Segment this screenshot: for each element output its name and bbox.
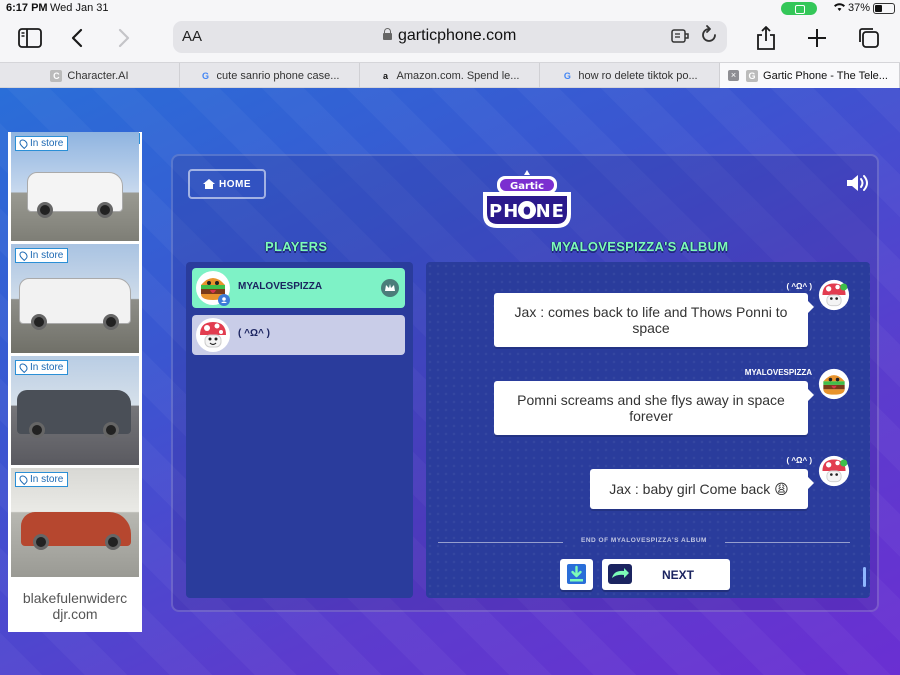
url-text[interactable]: garticphone.com [398, 27, 516, 45]
reload-icon[interactable] [700, 24, 718, 50]
player-row-host[interactable]: MYALOVESPIZZA [192, 268, 405, 308]
next-button[interactable]: NEXT [602, 559, 730, 590]
player-name: MYALOVESPIZZA [238, 281, 323, 292]
sidebar-toggle-icon[interactable] [18, 24, 42, 52]
amazon-icon: a [383, 70, 389, 81]
tab-gartic-phone[interactable]: × G Gartic Phone - The Tele... [720, 63, 900, 88]
players-heading: PLAYERS [265, 239, 328, 254]
home-icon [203, 179, 215, 189]
new-tab-icon[interactable] [806, 24, 828, 52]
end-of-album-label: END OF MYALOVESPIZZA'S ALBUM [581, 537, 707, 544]
tab-title: Amazon.com. Spend le... [396, 69, 520, 82]
tab-close-icon[interactable]: × [728, 70, 739, 81]
text-size-button[interactable]: AA [182, 28, 202, 45]
burger-avatar-icon [196, 271, 230, 306]
status-time: 6:17 PM [6, 2, 48, 14]
logo-bottom-text: PHONE [489, 201, 565, 222]
ad-image-truck[interactable]: In store [11, 132, 139, 241]
address-bar[interactable]: AA garticphone.com [173, 21, 727, 53]
tab-title: Gartic Phone - The Tele... [763, 69, 888, 82]
share-icon[interactable] [755, 24, 777, 52]
mushroom-avatar-icon [818, 455, 850, 487]
battery-icon [873, 3, 895, 14]
tab-favicon-icon: G [746, 69, 759, 82]
mushroom-avatar-icon [818, 279, 850, 311]
end-of-album-divider: END OF MYALOVESPIZZA'S ALBUM [438, 537, 850, 547]
extension-icon[interactable] [670, 27, 690, 50]
tab-title: cute sanrio phone case... [216, 69, 340, 82]
album-scrollbar[interactable] [863, 567, 866, 587]
status-date: Wed Jan 31 [50, 2, 109, 14]
tab-amazon[interactable]: a Amazon.com. Spend le... [360, 63, 540, 88]
location-pin-icon [17, 361, 30, 374]
home-button[interactable]: HOME [188, 169, 266, 199]
download-button[interactable] [560, 559, 593, 590]
tab-overview-icon[interactable] [857, 24, 881, 52]
gartic-phone-logo: Gartic PHONE [483, 170, 571, 228]
player-name: ( ^Ω^ ) [238, 328, 270, 339]
forward-icon[interactable] [117, 24, 131, 52]
message-bubble: Jax : comes back to life and Thows Ponni… [494, 293, 814, 347]
ad-image-red-car[interactable]: In store [11, 468, 139, 577]
tab-sanrio-search[interactable]: G cute sanrio phone case... [180, 63, 360, 88]
ad-image-suv-gray[interactable]: In store [11, 356, 139, 465]
wifi-icon [833, 1, 846, 15]
browser-toolbar: AA garticphone.com [0, 18, 900, 62]
tab-character-ai[interactable]: C Character.AI [0, 63, 180, 88]
google-icon: G [563, 70, 571, 81]
album-feed[interactable]: ( ^Ω^ ) Jax : comes back to life and Tho… [426, 262, 870, 598]
message-bubble: Jax : baby girl Come back 😩 [590, 469, 814, 509]
location-pin-icon [17, 137, 30, 150]
sound-icon[interactable] [845, 172, 871, 194]
message-author: MYALOVESPIZZA [744, 368, 812, 377]
next-label: NEXT [662, 568, 695, 582]
google-icon: G [202, 70, 210, 81]
tab-tiktok-search[interactable]: G how ro delete tiktok po... [540, 63, 720, 88]
burger-avatar-icon [818, 368, 850, 400]
player-row[interactable]: ( ^Ω^ ) [192, 315, 405, 355]
tab-title: how ro delete tiktok po... [578, 69, 698, 82]
ad-image-suv-white[interactable]: In store [11, 244, 139, 353]
ad-banner[interactable]: ▷✕ In store In store In store [8, 132, 142, 632]
message-bubble: Pomni screams and she flys away in space… [494, 381, 814, 435]
next-arrow-icon [608, 564, 632, 584]
message-author: ( ^Ω^ ) [786, 282, 812, 291]
logo-top-text: Gartic [510, 181, 544, 192]
lock-icon [383, 28, 392, 40]
call-indicator-icon [781, 2, 817, 15]
location-pin-icon [17, 473, 30, 486]
mushroom-avatar-icon [196, 318, 230, 352]
players-list: MYALOVESPIZZA ( ^Ω^ ) [186, 262, 413, 598]
battery-percent: 37% [848, 2, 871, 14]
status-bar: 6:17 PM Wed Jan 31 37% [0, 0, 900, 18]
ad-domain[interactable]: blakefulenwiderc djr.com [8, 590, 142, 622]
in-store-badge: In store [15, 136, 69, 151]
in-store-badge: In store [15, 472, 69, 487]
tab-title: Character.AI [67, 69, 129, 82]
tab-favicon-icon: C [50, 69, 63, 82]
game-area: ▷✕ In store In store In store [0, 88, 900, 675]
in-store-badge: In store [15, 248, 69, 263]
back-icon[interactable] [70, 24, 84, 52]
album-panel: HOME Gartic PHONE PLAYERS MYALOVESPIZZA'… [171, 154, 879, 612]
album-heading: MYALOVESPIZZA'S ALBUM [551, 239, 729, 254]
message-author: ( ^Ω^ ) [786, 456, 812, 465]
in-store-badge: In store [15, 360, 69, 375]
crown-icon [381, 279, 399, 297]
tab-bar: C Character.AI G cute sanrio phone case.… [0, 62, 900, 88]
location-pin-icon [17, 249, 30, 262]
download-icon [567, 564, 586, 584]
